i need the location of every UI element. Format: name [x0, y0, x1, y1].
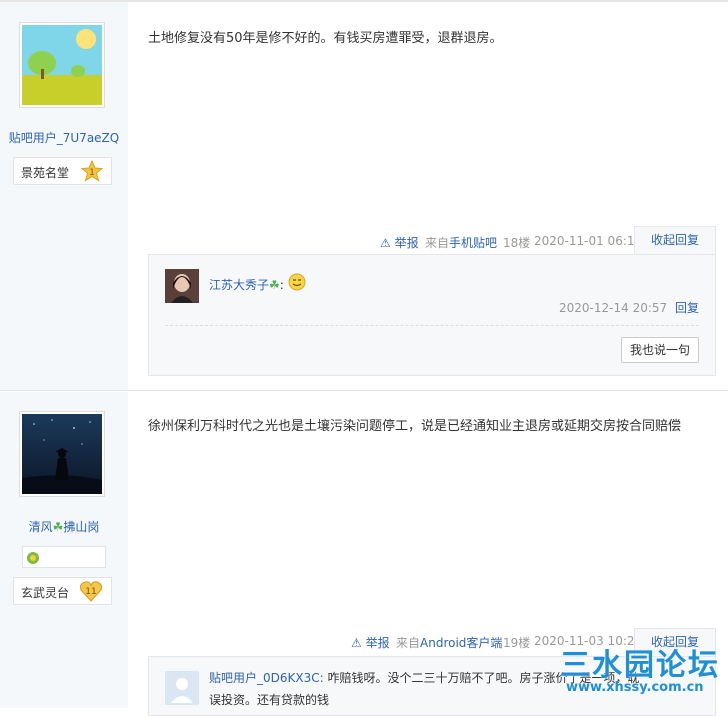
username[interactable]: 贴吧用户_7U7aeZQ	[0, 129, 128, 146]
source-info: 来自Android客户端	[396, 636, 503, 650]
post-content: 土地修复没有50年是修不好的。有钱买房遭罪受，退群退房。	[148, 31, 503, 46]
user-avatar[interactable]	[19, 22, 105, 108]
reply-button[interactable]: 回复	[675, 301, 699, 315]
level-star-icon: 1	[80, 159, 104, 185]
reply-time: 2020-12-14 20:57	[559, 301, 668, 315]
reply-panel: 江苏大秀子☘: 2020-12-14 20:57 回复 我也说一句	[148, 254, 716, 376]
say-something-button[interactable]: 我也说一句	[621, 337, 699, 363]
svg-text:1: 1	[89, 168, 95, 178]
post-floor-18: 贴吧用户_7U7aeZQ 景苑名堂 1 土地修复没有50年是修不好的。有钱买房遭…	[0, 2, 728, 390]
author-sidebar: 贴吧用户_7U7aeZQ 景苑名堂 1	[0, 2, 128, 390]
report-link[interactable]: ⚠ 举报	[351, 634, 390, 651]
post-divider	[0, 390, 728, 391]
landscape-avatar-image	[22, 25, 102, 105]
username[interactable]: 清风☘拂山岗	[0, 518, 128, 535]
night-sky-avatar-image	[22, 414, 102, 494]
replier-name[interactable]: 江苏大秀子	[209, 278, 269, 292]
source-info: 来自手机贴吧	[425, 236, 498, 250]
user-avatar[interactable]	[19, 411, 105, 497]
replier-avatar[interactable]	[165, 269, 199, 303]
reply-meta: 2020-12-14 20:57 回复	[559, 299, 699, 316]
watermark-url: www.xhssy.com.cn	[566, 680, 704, 695]
member-badge[interactable]: 景苑名堂 1	[13, 157, 112, 185]
post-tail: ⚠ 举报 来自手机贴吧 18楼 2020-11-01 06:19	[380, 228, 642, 254]
collapse-replies-button[interactable]: 收起回复	[634, 226, 716, 254]
badge-title: 玄武灵台	[21, 586, 70, 600]
emoji-smile-icon	[288, 273, 306, 292]
source-link[interactable]: 手机贴吧	[449, 236, 497, 250]
post-time: 2020-11-01 06:19	[534, 234, 643, 248]
member-badge[interactable]: 玄武灵台 11	[13, 577, 112, 605]
reply-content: 江苏大秀子☘:	[209, 273, 306, 296]
source-link[interactable]: Android客户端	[420, 636, 502, 650]
author-sidebar: 清风☘拂山岗 玄武灵台 11	[0, 392, 128, 708]
site-watermark: 三水园论坛 www.xhssy.com.cn	[558, 640, 728, 708]
level-heart-icon: 11	[79, 580, 103, 605]
post-content: 徐州保利万科时代之光也是土壤污染问题停工，说是已经通知业主退房或延期交房按合同赔…	[148, 419, 682, 434]
floor-number: 19楼	[503, 636, 531, 650]
watermark-title: 三水园论坛	[560, 648, 720, 683]
honor-icons-box	[22, 546, 106, 568]
flower-badge-icon	[26, 550, 40, 569]
clover-icon: ☘	[269, 278, 280, 292]
reply-divider	[165, 325, 699, 326]
clover-icon: ☘	[52, 520, 64, 534]
svg-text:11: 11	[85, 587, 96, 597]
replier-name[interactable]: 贴吧用户_0D6KX3C:	[209, 671, 324, 685]
default-avatar-icon[interactable]	[165, 671, 199, 705]
report-link[interactable]: ⚠ 举报	[380, 234, 419, 251]
badge-title: 景苑名堂	[21, 166, 70, 180]
floor-number: 18楼	[503, 236, 531, 250]
